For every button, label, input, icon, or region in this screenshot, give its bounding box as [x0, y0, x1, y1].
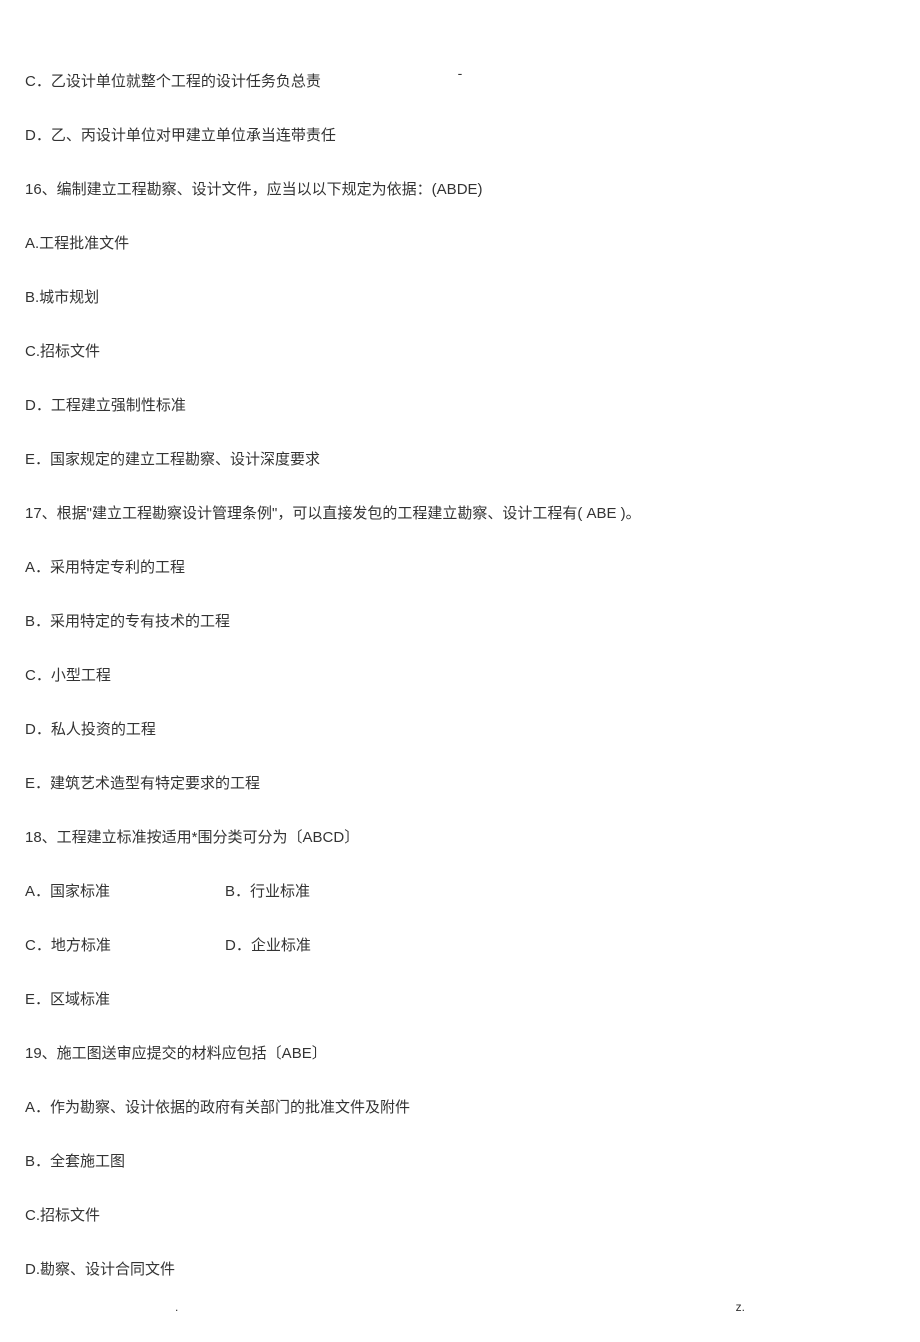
q19-option-a: A．作为勘察、设计依据的政府有关部门的批准文件及附件	[25, 1096, 895, 1120]
header-mark: -	[458, 62, 463, 84]
q19-option-d: D.勘察、设计合同文件	[25, 1258, 895, 1282]
footer-left: .	[175, 1298, 178, 1317]
q17-stem: 17、根据"建立工程勘察设计管理条例"，可以直接发包的工程建立勘察、设计工程有(…	[25, 502, 895, 526]
q17-option-b: B．采用特定的专有技术的工程	[25, 610, 895, 634]
q16-option-b: B.城市规划	[25, 286, 895, 310]
q17-option-e: E．建筑艺术造型有特定要求的工程	[25, 772, 895, 796]
q16-stem: 16、编制建立工程勘察、设计文件，应当以以下规定为依据：(ABDE)	[25, 178, 895, 202]
footer-right: z.	[736, 1298, 745, 1317]
q16-option-d: D．工程建立强制性标准	[25, 394, 895, 418]
q18-row-ab: A．国家标准 B．行业标准	[25, 880, 895, 904]
q18-option-a: A．国家标准	[25, 880, 225, 904]
q17-option-d: D．私人投资的工程	[25, 718, 895, 742]
q19-option-c: C.招标文件	[25, 1204, 895, 1228]
q17-option-a: A．采用特定专利的工程	[25, 556, 895, 580]
q18-option-e: E．区域标准	[25, 988, 895, 1012]
footer: . z.	[0, 1298, 920, 1317]
q16-option-c: C.招标文件	[25, 340, 895, 364]
q16-option-a: A.工程批准文件	[25, 232, 895, 256]
q18-stem: 18、工程建立标准按适用*围分类可分为〔ABCD〕	[25, 826, 895, 850]
q18-row-cd: C．地方标准 D．企业标准	[25, 934, 895, 958]
q17-option-c: C．小型工程	[25, 664, 895, 688]
q16-option-e: E．国家规定的建立工程勘察、设计深度要求	[25, 448, 895, 472]
q19-option-b: B．全套施工图	[25, 1150, 895, 1174]
q18-option-b: B．行业标准	[225, 880, 425, 904]
q15-option-d: D．乙、丙设计单位对甲建立单位承当连带责任	[25, 124, 895, 148]
q18-option-c: C．地方标准	[25, 934, 225, 958]
q19-stem: 19、施工图送审应提交的材料应包括〔ABE〕	[25, 1042, 895, 1066]
q18-option-d: D．企业标准	[225, 934, 425, 958]
